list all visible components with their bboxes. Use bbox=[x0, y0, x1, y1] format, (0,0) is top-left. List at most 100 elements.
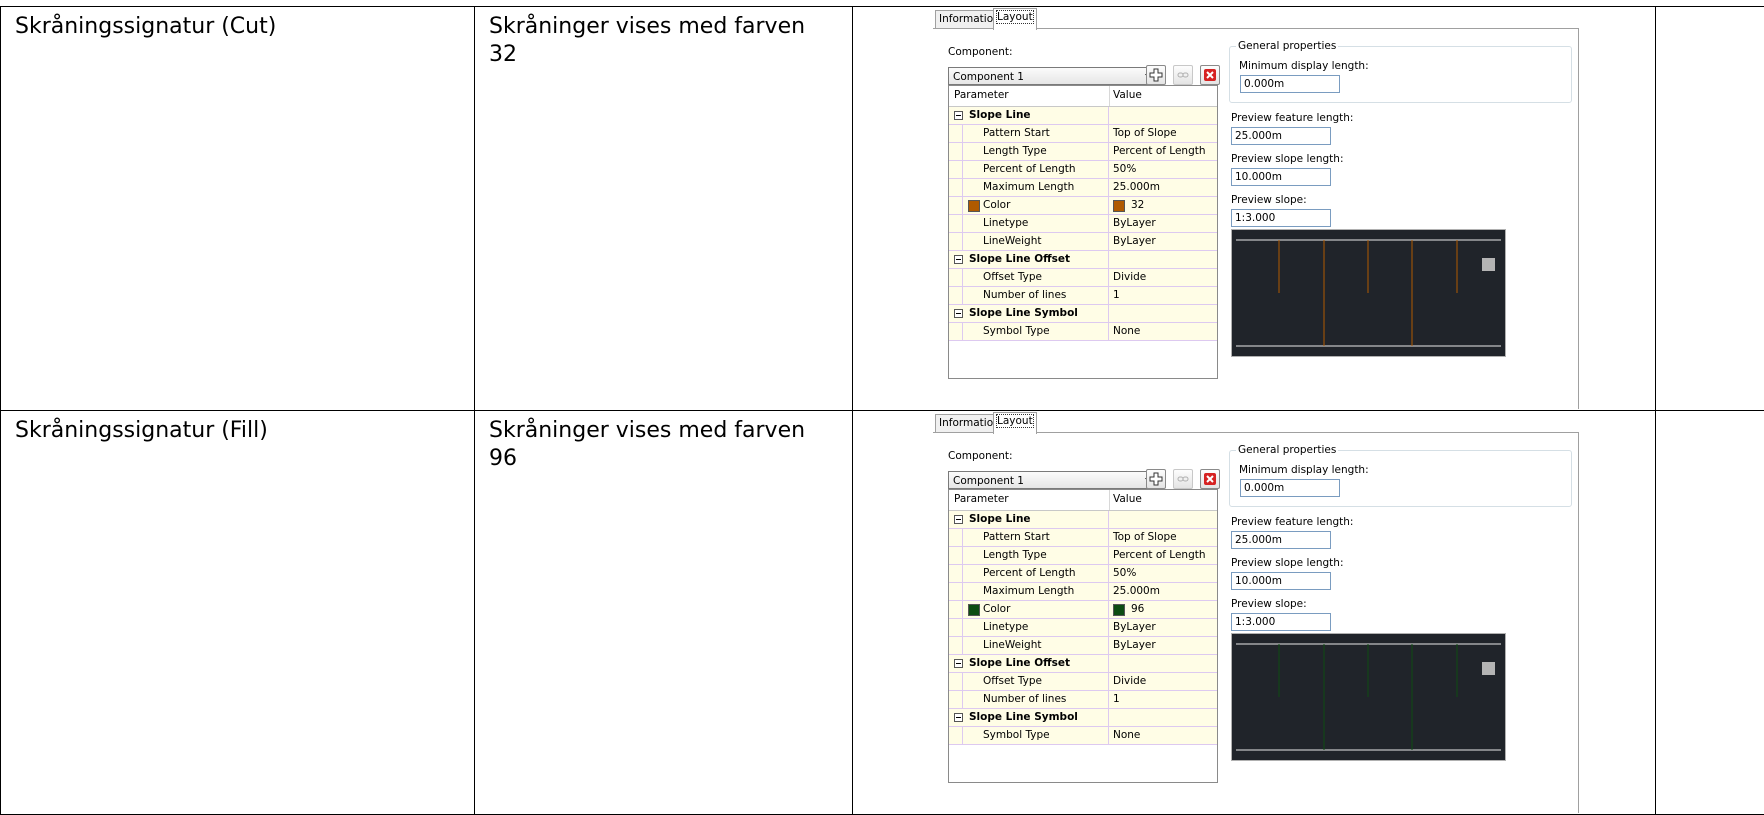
preview-slope-input[interactable]: 1:3.000 bbox=[1231, 613, 1331, 631]
grid-row[interactable]: Maximum Length25.000m bbox=[949, 179, 1217, 197]
grid-group-row[interactable]: Slope Line Offset bbox=[949, 251, 1217, 269]
row-name: Skråningssignatur (Cut) bbox=[1, 7, 474, 47]
parameter-cell: Length Type bbox=[949, 143, 1109, 160]
value-cell[interactable]: Divide bbox=[1113, 673, 1146, 689]
grid-row[interactable]: Percent of Length50% bbox=[949, 161, 1217, 179]
copy-component-button[interactable] bbox=[1173, 65, 1193, 85]
grid-row[interactable]: Offset Type Divide bbox=[949, 269, 1217, 287]
component-label: Component: bbox=[948, 450, 1013, 462]
grid-row[interactable]: Percent of Length50% bbox=[949, 565, 1217, 583]
grid-row[interactable]: Length Type Percent of Length bbox=[949, 547, 1217, 565]
preview-feature-label: Preview feature length: bbox=[1231, 516, 1353, 528]
grid-row[interactable]: LineWeight ByLayer bbox=[949, 233, 1217, 251]
parameter-name: Symbol Type bbox=[983, 729, 1050, 741]
grid-group-row[interactable]: Slope Line Symbol bbox=[949, 305, 1217, 323]
parameter-value: ByLayer bbox=[1113, 621, 1156, 633]
preview-marker bbox=[1482, 258, 1495, 271]
grid-row[interactable]: LinetypeByLayer bbox=[949, 215, 1217, 233]
parameter-value: 32 bbox=[1131, 199, 1144, 211]
value-cell[interactable]: ByLayer bbox=[1113, 215, 1156, 231]
preview-slope-length-label: Preview slope length: bbox=[1231, 153, 1344, 165]
copy-component-button[interactable] bbox=[1173, 469, 1193, 489]
tab-label: Information bbox=[939, 417, 1000, 429]
preview-feature-label: Preview feature length: bbox=[1231, 112, 1353, 124]
component-select[interactable]: Component 1 bbox=[948, 67, 1158, 85]
value-cell[interactable]: 50% bbox=[1113, 565, 1136, 581]
value-header: Value bbox=[1113, 89, 1142, 101]
grid-row[interactable]: LineWeightByLayer bbox=[949, 637, 1217, 655]
grid-row[interactable]: Pattern StartTop of Slope bbox=[949, 125, 1217, 143]
value-cell[interactable]: 25.000m bbox=[1113, 179, 1160, 195]
parameter-name: LineWeight bbox=[983, 235, 1041, 247]
grid-row[interactable]: Offset TypeDivide bbox=[949, 673, 1217, 691]
grid-row[interactable]: Pattern StartTop of Slope bbox=[949, 529, 1217, 547]
tab-layout[interactable]: Layout bbox=[993, 412, 1037, 434]
parameter-header: Parameter bbox=[954, 89, 1009, 101]
plus-icon bbox=[1149, 68, 1163, 82]
screenshot-cell: Information Layout Component: Component … bbox=[853, 7, 1656, 411]
grid-group-row[interactable]: Slope Line bbox=[949, 511, 1217, 529]
preview-feature-input[interactable]: 25.000m bbox=[1231, 531, 1331, 549]
value-cell[interactable]: ByLayer bbox=[1113, 233, 1156, 249]
value-cell[interactable]: Percent of Length bbox=[1113, 143, 1206, 159]
grid-header: Parameter Value bbox=[949, 490, 1217, 511]
style-dialog: Information Layout Component: Component … bbox=[933, 8, 1579, 410]
value-cell[interactable]: Top of Slope bbox=[1113, 529, 1177, 545]
grid-group-row[interactable]: Slope Line Offset bbox=[949, 655, 1217, 673]
value-cell[interactable]: None bbox=[1113, 727, 1140, 743]
grid-row[interactable]: Color32 bbox=[949, 197, 1217, 215]
link-icon bbox=[1177, 474, 1189, 484]
grid-row[interactable]: Linetype ByLayer bbox=[949, 619, 1217, 637]
value-cell[interactable]: 1 bbox=[1113, 691, 1120, 707]
value-cell[interactable]: ByLayer bbox=[1113, 619, 1156, 635]
grid-row[interactable]: Length TypePercent of Length bbox=[949, 143, 1217, 161]
value-cell[interactable]: ByLayer bbox=[1113, 637, 1156, 653]
delete-component-button[interactable] bbox=[1200, 469, 1220, 489]
value-cell[interactable]: 50% bbox=[1113, 161, 1136, 177]
add-component-button[interactable] bbox=[1146, 65, 1166, 85]
grid-row[interactable]: Color96 bbox=[949, 601, 1217, 619]
delete-component-button[interactable] bbox=[1200, 65, 1220, 85]
value-cell[interactable]: Divide bbox=[1113, 269, 1146, 285]
tab-layout[interactable]: Layout bbox=[993, 8, 1037, 30]
value-cell[interactable]: Top of Slope bbox=[1113, 125, 1177, 141]
group-title: Slope Line bbox=[949, 107, 1109, 124]
parameter-value: None bbox=[1113, 729, 1140, 741]
color-swatch-icon bbox=[968, 200, 980, 212]
parameter-cell: Percent of Length bbox=[949, 565, 1109, 582]
table-row: Skråningssignatur (Cut) Skråninger vises… bbox=[1, 7, 1764, 411]
value-cell[interactable]: 1 bbox=[1113, 287, 1120, 303]
parameter-header: Parameter bbox=[954, 493, 1009, 505]
min-display-input[interactable]: 0.000m bbox=[1240, 479, 1340, 497]
preview-slope-input[interactable]: 1:3.000 bbox=[1231, 209, 1331, 227]
min-display-input[interactable]: 0.000m bbox=[1240, 75, 1340, 93]
parameter-value: None bbox=[1113, 325, 1140, 337]
value-cell[interactable]: 25.000m bbox=[1113, 583, 1160, 599]
value-cell[interactable]: Percent of Length bbox=[1113, 547, 1206, 563]
grid-row[interactable]: Symbol TypeNone bbox=[949, 323, 1217, 341]
grid-row[interactable]: Number of lines1 bbox=[949, 287, 1217, 305]
parameter-name: Color bbox=[983, 603, 1010, 615]
grid-group-row[interactable]: Slope Line Symbol bbox=[949, 709, 1217, 727]
parameter-name: Offset Type bbox=[983, 271, 1042, 283]
preview-feature-input[interactable]: 25.000m bbox=[1231, 127, 1331, 145]
parameter-name: Length Type bbox=[983, 549, 1047, 561]
parameter-cell: Linetype bbox=[949, 619, 1109, 636]
parameter-value: Divide bbox=[1113, 271, 1146, 283]
grid-row[interactable]: Number of lines1 bbox=[949, 691, 1217, 709]
grid-body: Slope LinePattern StartTop of SlopeLengt… bbox=[949, 511, 1217, 745]
parameter-value: Percent of Length bbox=[1113, 549, 1206, 561]
color-swatch-icon bbox=[1113, 200, 1125, 212]
value-cell[interactable]: None bbox=[1113, 323, 1140, 339]
preview-slope-length-input[interactable]: 10.000m bbox=[1231, 572, 1331, 590]
grid-row[interactable]: Symbol Type None bbox=[949, 727, 1217, 745]
screenshot-cell: Information Layout Component: Component … bbox=[853, 411, 1656, 815]
preview-slope-length-input[interactable]: 10.000m bbox=[1231, 168, 1331, 186]
parameter-cell: Number of lines bbox=[949, 287, 1109, 304]
component-select[interactable]: Component 1 bbox=[948, 471, 1158, 489]
grid-group-row[interactable]: Slope Line bbox=[949, 107, 1217, 125]
preview-marker bbox=[1482, 662, 1495, 675]
table-row: Skråningssignatur (Fill) Skråninger vise… bbox=[1, 411, 1764, 815]
add-component-button[interactable] bbox=[1146, 469, 1166, 489]
grid-row[interactable]: Maximum Length25.000m bbox=[949, 583, 1217, 601]
